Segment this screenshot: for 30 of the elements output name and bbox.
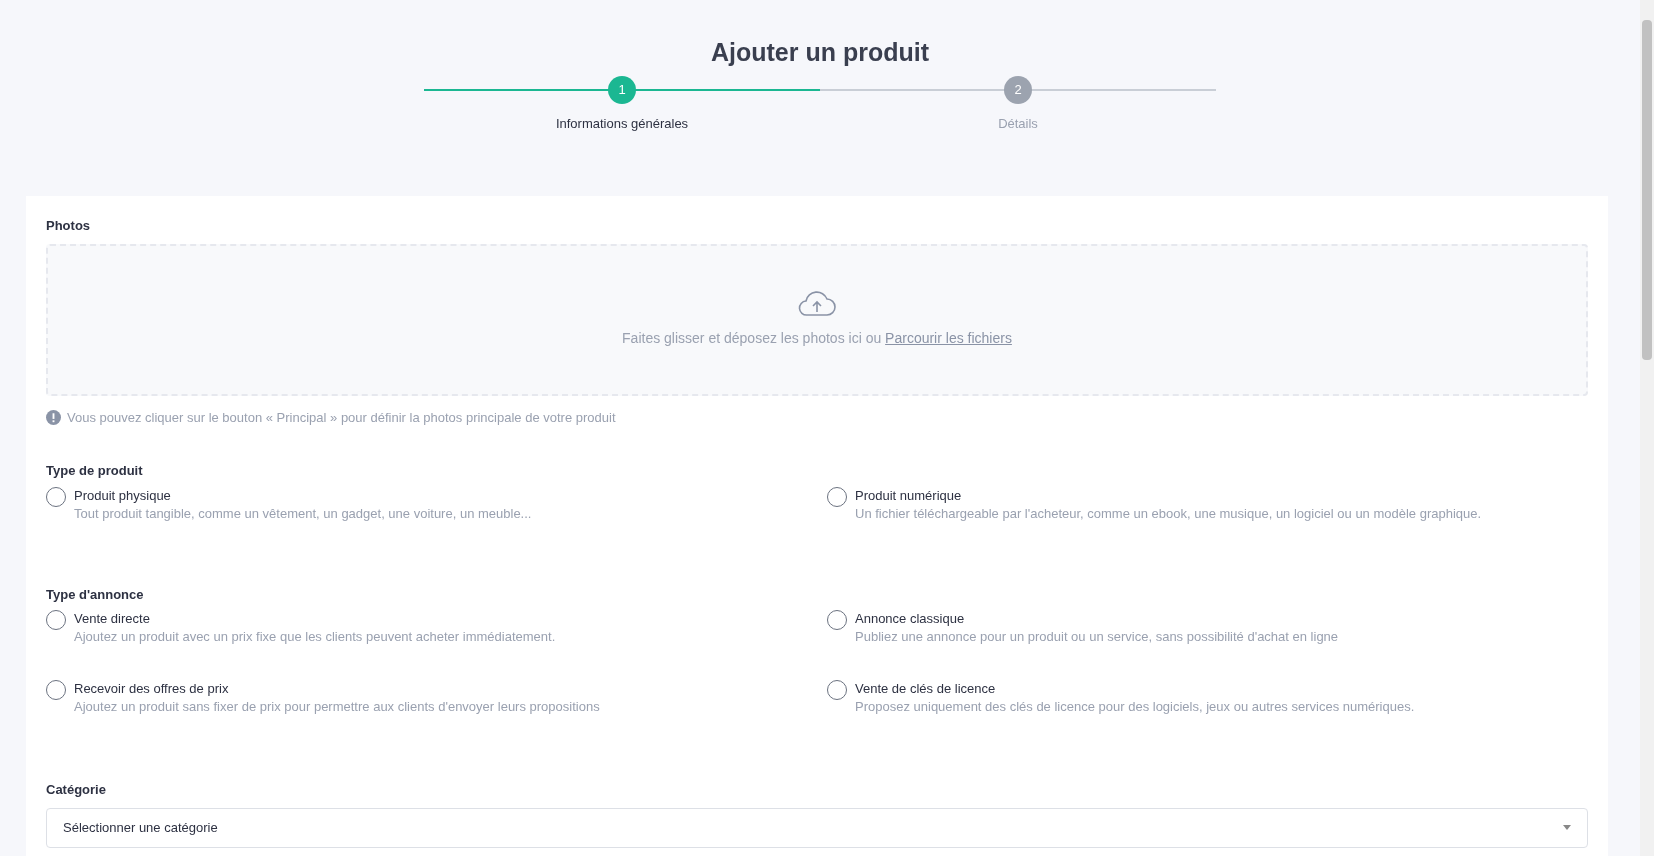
step-label: Détails — [998, 115, 1038, 133]
option-description: Ajoutez un produit avec un prix fixe que les clients peuvent acheter immédiatement. — [74, 628, 556, 646]
option-title: Annonce classique — [855, 610, 966, 628]
category-select[interactable]: Sélectionner une catégorie — [46, 807, 1588, 848]
step-label: Informations générales — [555, 115, 689, 133]
option-description: Publiez une annonce pour un produit ou un service, sans possibilité d'achat en ligne — [855, 628, 1339, 646]
option-title: Produit numérique — [855, 486, 963, 505]
option-description: Ajoutez un produit sans fixer de prix pour permettre aux clients d'envoyer leurs propositions — [74, 698, 600, 716]
photo-dropzone[interactable]: Faites glisser et déposez les photos ici ou Parcourir les fichiers — [46, 243, 1588, 396]
section-label: Photos — [46, 217, 92, 235]
info-icon — [46, 409, 61, 425]
step-number[interactable]: 1 — [608, 76, 636, 104]
option-title: Produit physique — [74, 486, 172, 505]
caret-icon — [1563, 825, 1571, 830]
option-description: Tout produit tangible, comme un vêtement, un gadget, une voiture, un meuble... — [74, 504, 532, 523]
section-label: Catégorie — [46, 781, 107, 799]
cloud-upload-icon — [797, 290, 837, 318]
option-title: Vente directe — [74, 610, 151, 628]
option-description: Un fichier téléchargeable par l'acheteur, comme un ebook, une musique, un logiciel ou un modèle graphique. — [855, 504, 1482, 523]
option-description: Proposez uniquement des clés de licence pour des logiciels, jeux ou autres services numériques. — [855, 698, 1415, 716]
section-label: Type de produit — [46, 462, 144, 480]
dropzone-text: Faites glisser et déposez les photos ici ou — [622, 330, 882, 346]
page-title: Ajouter un produit — [711, 37, 929, 68]
option-title: Vente de clés de licence — [855, 680, 997, 698]
browse-files-link[interactable]: Parcourir les fichiers — [885, 330, 1012, 346]
step-number[interactable]: 2 — [1004, 76, 1032, 104]
hint-text: Vous pouvez cliquer sur le bouton « Principal » pour définir la photos principale de votre produit — [67, 408, 616, 427]
option-title: Recevoir des offres de prix — [74, 680, 230, 698]
scrollbar[interactable] — [1640, 0, 1654, 856]
section-label: Type d'annonce — [46, 585, 145, 604]
